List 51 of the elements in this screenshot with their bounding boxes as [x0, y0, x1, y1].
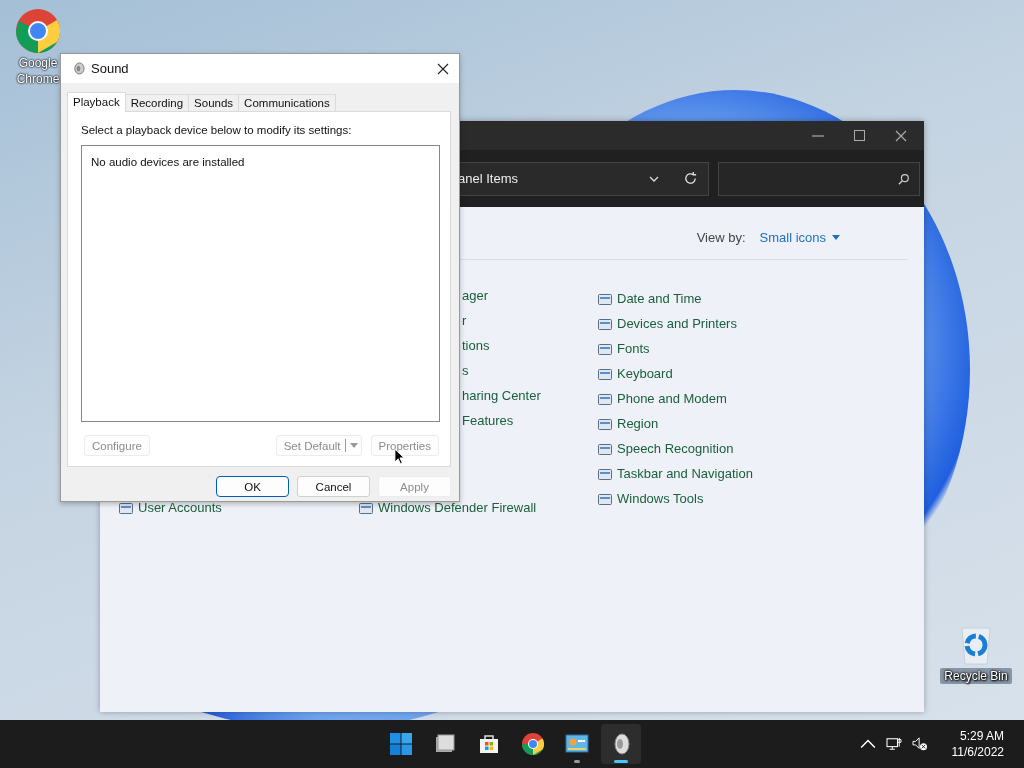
view-by-label: View by: [696, 230, 746, 245]
control-panel-link[interactable]: User Accounts [138, 500, 222, 515]
tab[interactable]: Playback [67, 92, 126, 112]
minimize-icon[interactable] [812, 134, 824, 137]
control-panel-icon [565, 732, 589, 756]
control-panel-link[interactable]: Keyboard [617, 366, 673, 381]
empty-list-message: No audio devices are installed [91, 156, 245, 168]
caret-down-icon [832, 235, 840, 240]
control-panel-link[interactable]: tions [462, 336, 597, 361]
device-list[interactable]: No audio devices are installed [81, 145, 440, 422]
store-bag-icon [477, 732, 501, 756]
control-panel-link[interactable]: s [462, 361, 597, 386]
control-panel-link[interactable]: haring Center [462, 386, 597, 411]
control-panel-link[interactable]: Fonts [617, 341, 650, 356]
volume-muted-icon[interactable] [911, 737, 928, 751]
search-field[interactable] [718, 161, 920, 196]
view-mode-dropdown[interactable]: Small icons [759, 230, 840, 245]
close-icon[interactable] [437, 62, 449, 75]
control-panel-link[interactable]: Speech Recognition [617, 441, 734, 456]
clock-date: 11/6/2022 [951, 744, 1004, 760]
start-icon [389, 732, 413, 756]
control-panel-link[interactable]: ager [462, 286, 597, 311]
window-title: Sound [91, 61, 130, 76]
speaker-icon [72, 62, 85, 75]
control-panel-link[interactable]: r [462, 311, 597, 336]
control-panel-link[interactable]: Devices and Printers [617, 316, 737, 331]
caret-down-icon [349, 443, 358, 448]
browser-icon [521, 732, 545, 756]
taskbar-button[interactable] [601, 724, 641, 764]
instruction-text: Select a playback device below to modify its settings: [81, 124, 353, 136]
browser-icon[interactable] [14, 7, 62, 55]
control-panel-link[interactable]: Phone and Modem [617, 391, 727, 406]
control-panel-link[interactable]: Windows Tools [617, 491, 704, 506]
dialog-button[interactable]: OK [216, 476, 289, 497]
dialog-button[interactable]: Cancel [297, 476, 370, 497]
network-icon[interactable] [885, 737, 902, 751]
maximize-icon[interactable] [854, 130, 865, 141]
control-panel-link[interactable]: Date and Time [617, 291, 702, 306]
control-panel-link[interactable]: Region [617, 416, 659, 431]
close-icon[interactable] [895, 129, 907, 142]
control-panel-link[interactable]: Features [462, 411, 597, 436]
clock-time: 5:29 AM [959, 728, 1004, 744]
chevron-up-icon[interactable] [859, 737, 876, 751]
control-panel-link[interactable]: Taskbar and Navigation [617, 466, 753, 481]
control-panel-link[interactable]: Windows Defender Firewall [378, 500, 537, 515]
chevron-down-icon[interactable] [649, 175, 659, 182]
search-icon[interactable] [898, 172, 910, 185]
refresh-icon[interactable] [683, 171, 698, 186]
clock[interactable]: 5:29 AM 11/6/2022 [947, 726, 1008, 762]
tab[interactable]: Communications [238, 94, 336, 111]
tab[interactable]: Recording [124, 94, 190, 111]
